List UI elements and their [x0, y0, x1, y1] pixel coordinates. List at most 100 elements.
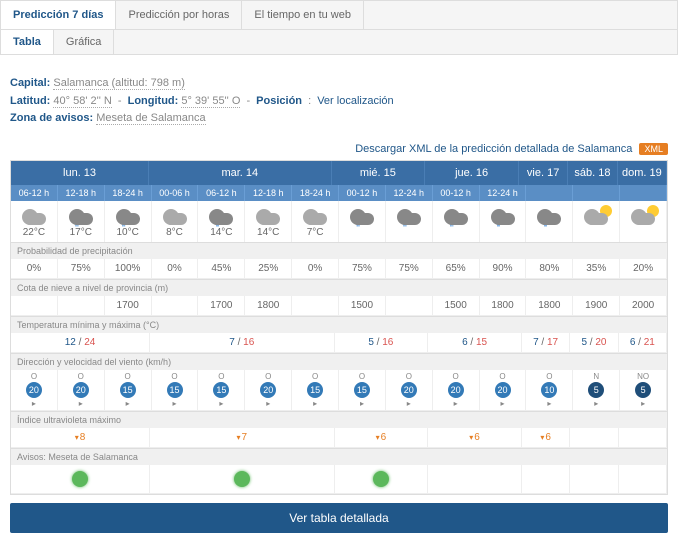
snow-cell: 1800: [480, 296, 527, 316]
subtab-table[interactable]: Tabla: [1, 30, 54, 54]
alert-cell: [11, 465, 150, 494]
hour-header: 06-12 h: [198, 185, 245, 201]
snow-cell: 1800: [526, 296, 573, 316]
snow-cell: [152, 296, 199, 316]
minmax-cell: 5 / 16: [335, 333, 429, 353]
day-header: mar. 14: [149, 161, 331, 185]
weather-icon: |||: [339, 201, 386, 242]
uv-label: Índice ultravioleta máximo: [11, 411, 667, 428]
hour-header: 12-18 h: [245, 185, 292, 201]
day-header: jue. 16: [425, 161, 519, 185]
uv-cell: [570, 428, 618, 448]
minmax-cell: 12 / 24: [11, 333, 150, 353]
hour-header: 12-24 h: [386, 185, 433, 201]
sub-tabs: Tabla Gráfica: [0, 30, 678, 55]
weather-icon: |||: [386, 201, 433, 242]
precip-cell: 75%: [58, 259, 105, 279]
snow-cell: 1500: [433, 296, 480, 316]
snow-cell: 1500: [339, 296, 386, 316]
xml-badge[interactable]: XML: [639, 143, 668, 155]
day-header: sáb. 18: [568, 161, 617, 185]
alert-dot-icon: [72, 471, 88, 487]
weather-icon: |||: [480, 201, 527, 242]
precip-cell: 0%: [152, 259, 199, 279]
snow-cell: 2000: [620, 296, 667, 316]
snow-cell: 1700: [105, 296, 152, 316]
hour-header: [526, 185, 573, 201]
pos-link[interactable]: Ver localización: [317, 95, 393, 107]
minmax-cell: 5 / 20: [570, 333, 618, 353]
minmax-cell: 7 / 16: [150, 333, 334, 353]
snow-cell: 1800: [245, 296, 292, 316]
snow-cell: [292, 296, 339, 316]
pos-label: Posición: [256, 95, 302, 107]
uv-cell: [619, 428, 667, 448]
subtab-graph[interactable]: Gráfica: [54, 30, 114, 54]
capital-value: Salamanca (altitud: 798 m): [53, 77, 184, 90]
hour-header: 00-06 h: [152, 185, 199, 201]
tab-hourly[interactable]: Predicción por horas: [116, 1, 242, 29]
hour-header: 06-12 h: [11, 185, 58, 201]
wind-cell: O20▸: [480, 370, 527, 411]
minmax-cell: 6 / 21: [619, 333, 667, 353]
zona-value: Meseta de Salamanca: [96, 112, 205, 125]
alert-dot-icon: [234, 471, 250, 487]
lat-value: 40° 58' 2'' N: [53, 95, 111, 108]
minmax-label: Temperatura mínima y máxima (°C): [11, 316, 667, 333]
wind-cell: O15▸: [198, 370, 245, 411]
wind-cell: NO5▸: [620, 370, 667, 411]
download-xml-link[interactable]: Descargar XML de la predicción detallada…: [355, 143, 632, 155]
wind-cell: O20▸: [433, 370, 480, 411]
alert-cell: [619, 465, 667, 494]
alert-cell: [522, 465, 570, 494]
precip-cell: 75%: [386, 259, 433, 279]
wind-cell: O15▸: [339, 370, 386, 411]
hour-header: 18-24 h: [292, 185, 339, 201]
precip-cell: 65%: [433, 259, 480, 279]
wind-cell: O20▸: [386, 370, 433, 411]
precip-cell: 45%: [198, 259, 245, 279]
wind-cell: O15▸: [292, 370, 339, 411]
weather-icon: [620, 201, 667, 242]
main-tabs: Predicción 7 días Predicción por horas E…: [0, 0, 678, 30]
alert-cell: [335, 465, 429, 494]
weather-icon: 14°C: [245, 201, 292, 242]
wind-cell: O10▸: [526, 370, 573, 411]
minmax-cell: 7 / 17: [522, 333, 570, 353]
snow-cell: 1900: [573, 296, 620, 316]
precip-cell: 80%: [526, 259, 573, 279]
tab-widget[interactable]: El tiempo en tu web: [242, 1, 364, 29]
precip-cell: 90%: [480, 259, 527, 279]
weather-icon: 7°C: [292, 201, 339, 242]
forecast-grid: lun. 13mar. 14mié. 15jue. 16vie. 17sáb. …: [10, 160, 668, 495]
minmax-cell: 6 / 15: [428, 333, 522, 353]
uv-cell: 6: [335, 428, 429, 448]
snow-cell: [58, 296, 105, 316]
hour-header: [620, 185, 667, 201]
download-row: Descargar XML de la predicción detallada…: [0, 138, 678, 160]
tab-7days[interactable]: Predicción 7 días: [1, 1, 116, 29]
lon-label: Longitud:: [128, 95, 179, 107]
wind-cell: O20▸: [11, 370, 58, 411]
hour-header: [573, 185, 620, 201]
detailed-table-button[interactable]: Ver tabla detallada: [10, 503, 668, 533]
wind-label: Dirección y velocidad del viento (km/h): [11, 353, 667, 370]
zona-label: Zona de avisos:: [10, 112, 93, 124]
hour-header: 12-18 h: [58, 185, 105, 201]
wind-cell: O20▸: [245, 370, 292, 411]
precip-cell: 100%: [105, 259, 152, 279]
hour-header: 00-12 h: [339, 185, 386, 201]
wind-cell: O15▸: [105, 370, 152, 411]
precip-cell: 35%: [573, 259, 620, 279]
precip-cell: 0%: [11, 259, 58, 279]
wind-cell: O20▸: [58, 370, 105, 411]
weather-icon: 8°C: [152, 201, 199, 242]
uv-cell: 7: [150, 428, 334, 448]
precip-cell: 20%: [620, 259, 667, 279]
precip-label: Probabilidad de precipitación: [11, 242, 667, 259]
weather-icon: 22°C: [11, 201, 58, 242]
lon-value: 5° 39' 55'' O: [181, 95, 240, 108]
wind-cell: N5▸: [573, 370, 620, 411]
alert-dot-icon: [373, 471, 389, 487]
alert-cell: [150, 465, 334, 494]
